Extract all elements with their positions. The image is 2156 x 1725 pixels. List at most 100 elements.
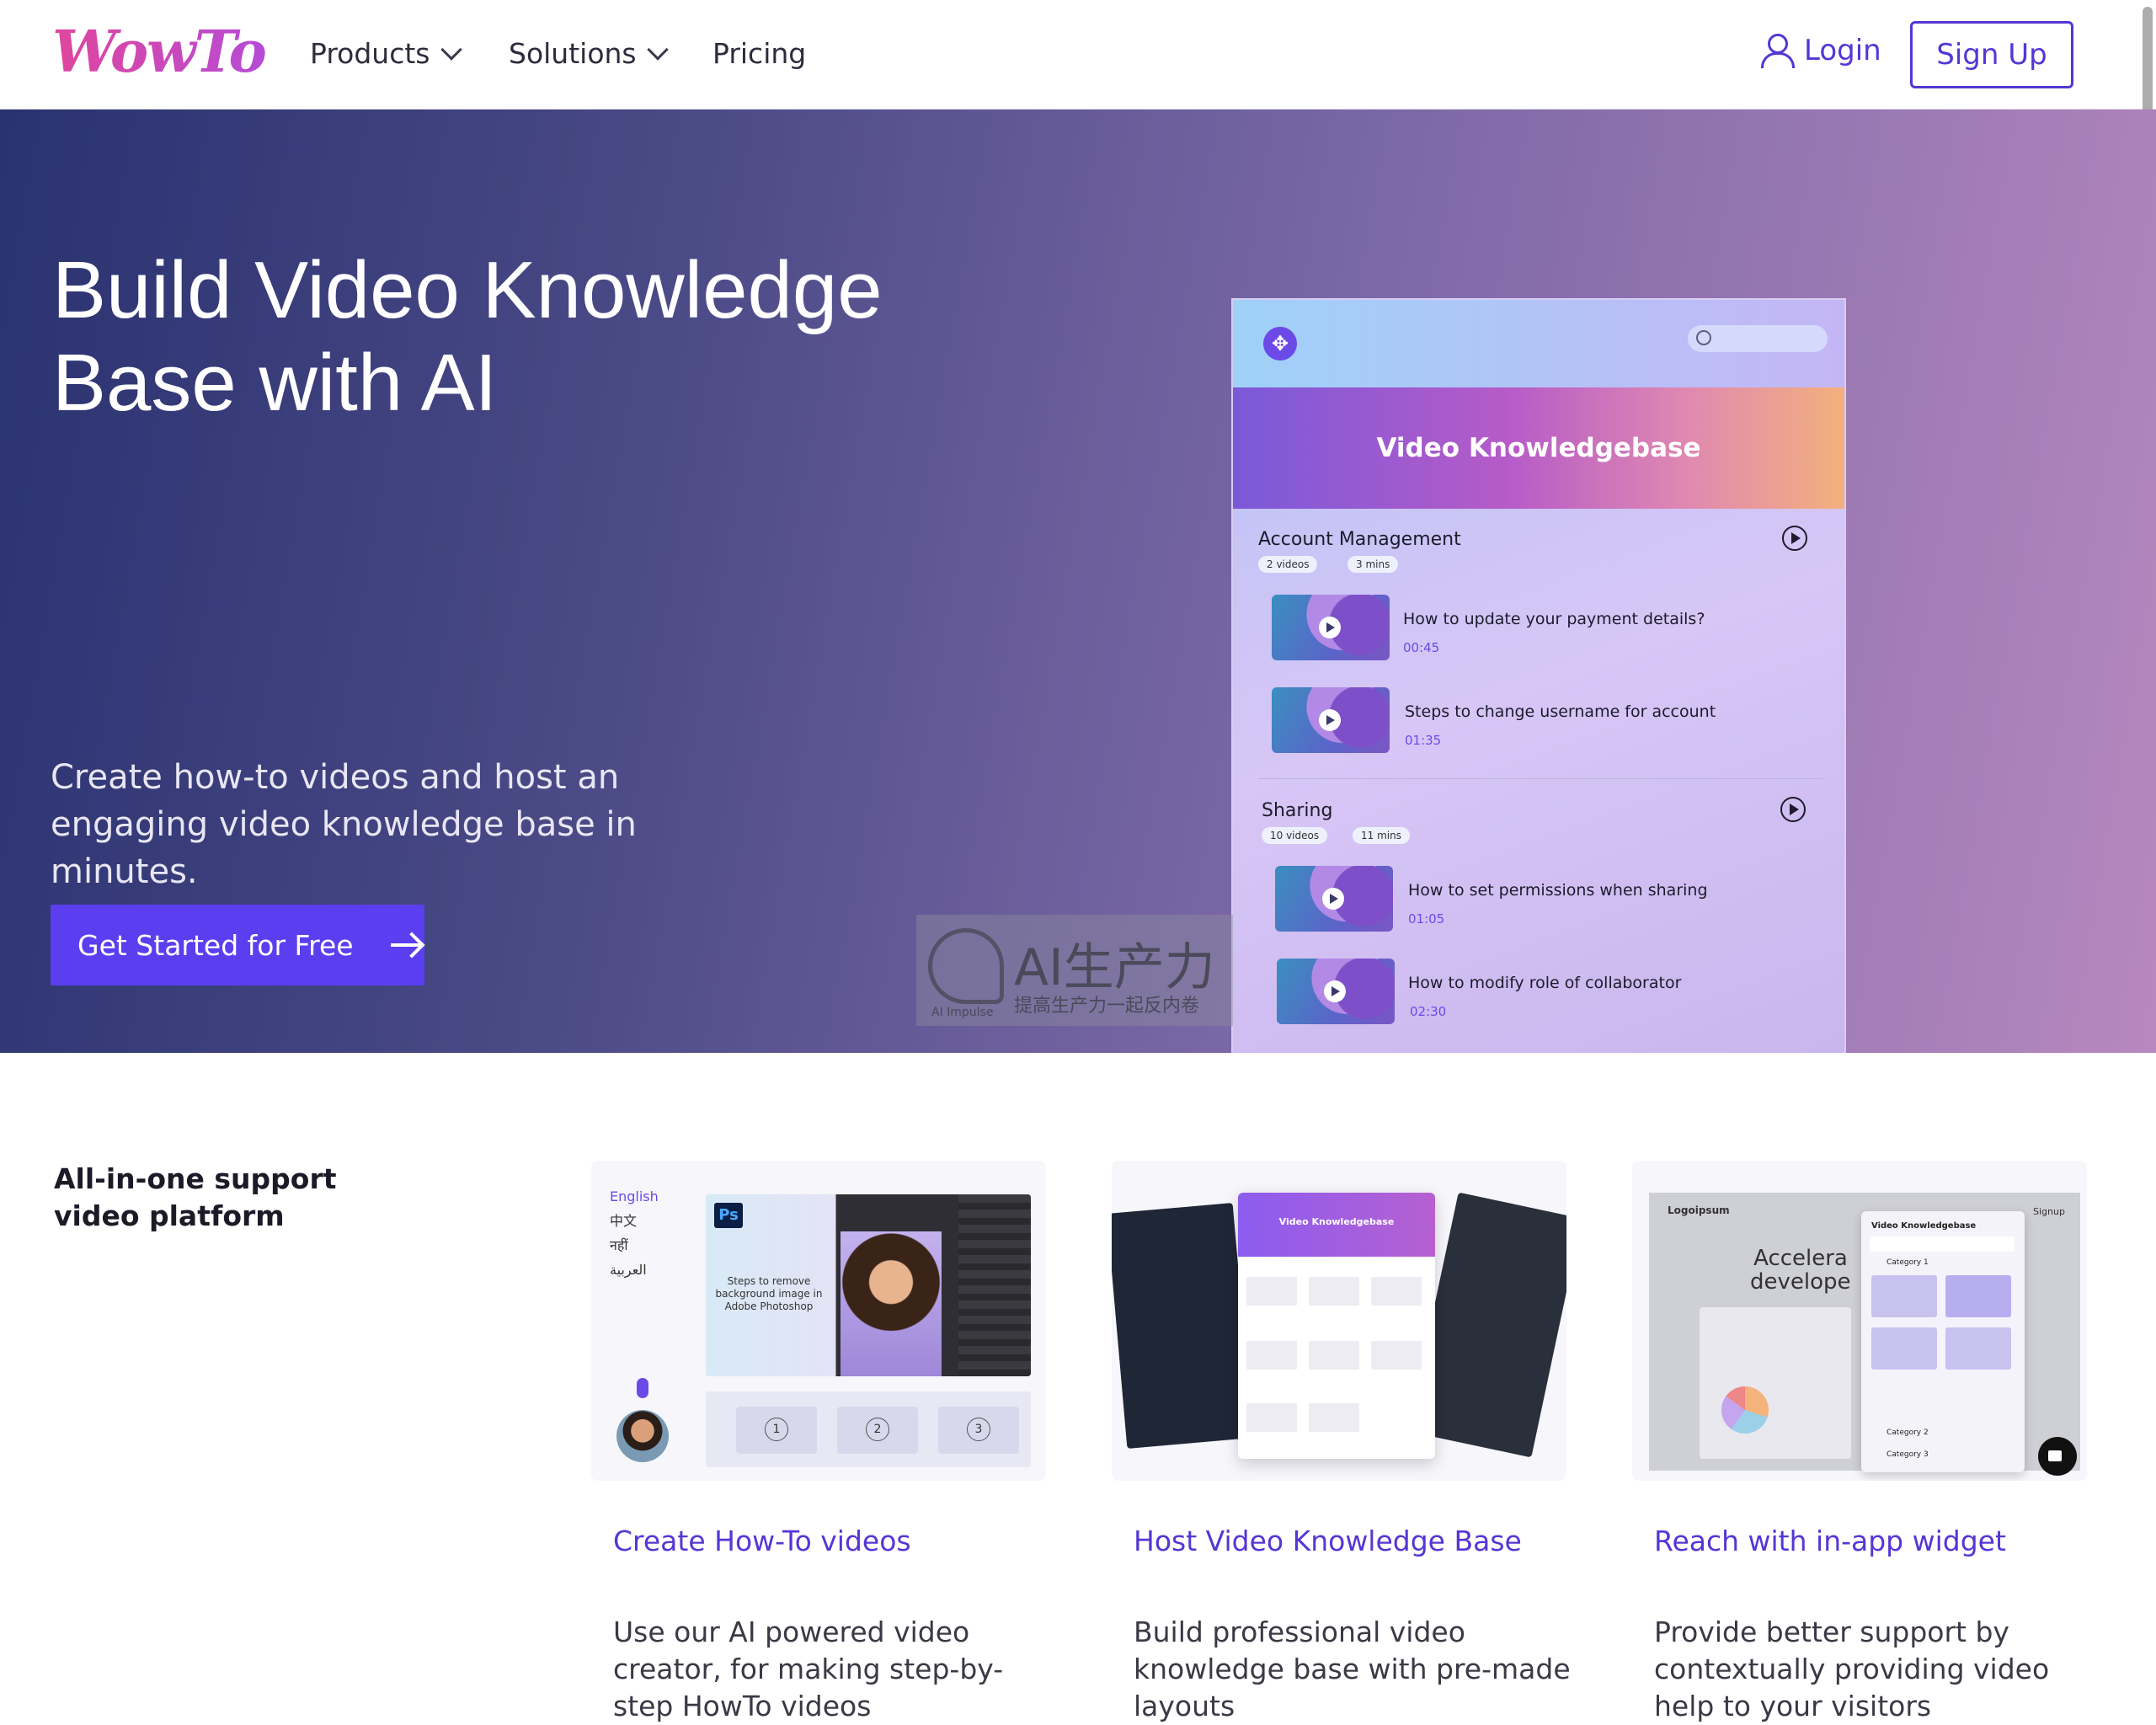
nav-products-label: Products [310,37,430,70]
nav-products[interactable]: Products [310,37,462,70]
light-layout-preview: Video Knowledgebase [1238,1193,1435,1459]
login-label: Login [1804,34,1881,67]
play-icon [1324,980,1346,1002]
signup-button[interactable]: Sign Up [1910,21,2073,88]
video-title: How to modify role of collaborator [1408,974,1682,992]
step-item: 1 [736,1407,817,1454]
language-option: नहीं [610,1237,628,1253]
category-item[interactable]: Category 1 [1886,1258,1929,1267]
video-thumbnail [1277,959,1395,1024]
features-heading: All-in-one support video platform [54,1162,337,1232]
preview-banner-title: Video Knowledgebase [1376,433,1701,463]
pie-chart-icon [1721,1386,1769,1434]
unicorn-logo-icon [928,928,1004,1004]
widget-illustration: Logoipsum Signup Accelera developer Vide… [1632,1161,2087,1481]
microphone-icon [637,1378,648,1398]
tool-panel [958,1194,1031,1376]
video-duration: 01:35 [1405,733,1442,748]
photoshop-caption: Steps to remove background image in Adob… [715,1275,823,1312]
create-videos-illustration: English 中文 नहीं العربية Ps Steps to remo… [591,1161,1046,1481]
hero-title: Build Video Knowledge Base with AI [52,245,883,428]
chevron-down-icon [440,38,462,61]
brand-logo[interactable]: WowTo [52,19,267,86]
video-thumbnail [1272,687,1390,753]
get-started-button[interactable]: Get Started for Free [51,905,424,985]
play-circle-icon [1782,526,1807,551]
language-option: English [610,1188,659,1204]
duration-badge: 11 mins [1353,827,1410,844]
step-number: 3 [967,1418,990,1441]
watermark-title: AI生产力 [1014,938,1215,997]
widget-search-input[interactable] [1870,1236,2015,1252]
video-camera-icon[interactable] [2038,1437,2077,1476]
login-link[interactable]: Login [1760,34,1881,68]
preview-logo-icon [1263,327,1297,360]
video-duration: 01:05 [1408,911,1445,927]
steps-strip: 1 2 3 [706,1391,1031,1467]
video-thumbnail [1275,866,1393,932]
videos-count-badge: 10 videos [1262,827,1328,844]
feature-title-create[interactable]: Create How-To videos [613,1525,911,1557]
video-tile[interactable] [1945,1327,2011,1370]
kb-preview-header: Video Knowledgebase [1238,1193,1435,1257]
kb-tile-row [1246,1277,1423,1306]
video-tile[interactable] [1871,1327,1937,1370]
play-icon [1319,709,1341,731]
widget-panel[interactable]: Video Knowledgebase Category 1 Category … [1861,1211,2025,1472]
arrow-right-icon [390,943,421,947]
person-photo [841,1231,942,1376]
video-title: How to set permissions when sharing [1408,881,1708,900]
language-option: العربية [610,1262,647,1278]
feature-desc-create: Use our AI powered video creator, for ma… [613,1616,1004,1722]
play-circle-icon [1780,797,1806,822]
play-icon [1322,888,1344,910]
video-tile[interactable] [1871,1275,1937,1317]
widget-title: Video Knowledgebase [1871,1221,1977,1231]
feature-desc-widget: Provide better support by contextually p… [1654,1616,2050,1722]
website-screenshot: Logoipsum Signup Accelera developer Vide… [1649,1193,2080,1476]
preview-header [1233,300,1844,387]
avatar [616,1410,669,1462]
feature-title-widget[interactable]: Reach with in-app widget [1654,1525,2006,1557]
hero-section: Build Video Knowledge Base with AI Creat… [0,109,2156,1053]
video-thumbnail [1272,595,1390,660]
preview-search-icon [1688,325,1828,352]
play-icon [1319,617,1341,638]
feature-title-host[interactable]: Host Video Knowledge Base [1134,1525,1522,1557]
category-item[interactable]: Category 2 [1886,1429,1929,1437]
host-kb-illustration: Video Knowledgebase [1112,1161,1566,1481]
brand-name: Logoipsum [1668,1204,1730,1216]
step-item: 3 [938,1407,1019,1454]
language-option: 中文 [610,1213,638,1229]
videos-count-badge: 2 videos [1258,556,1318,573]
chevron-down-icon [646,38,669,61]
section-title: Sharing [1262,800,1333,821]
preview-banner: Video Knowledgebase [1233,387,1844,509]
photoshop-logo-icon: Ps [714,1203,743,1228]
feature-desc-host: Build professional video knowledge base … [1134,1616,1571,1722]
nav-pricing-label: Pricing [712,37,807,70]
video-tile[interactable] [1945,1275,2011,1317]
step-number: 2 [866,1418,889,1441]
category-item[interactable]: Category 3 [1886,1450,1929,1459]
site-signup-link: Signup [2033,1206,2065,1217]
nav-pricing[interactable]: Pricing [712,37,806,70]
nav-solutions-label: Solutions [509,37,637,70]
kb-tile-row [1246,1403,1423,1432]
hero-subtitle: Create how-to videos and host an engagin… [51,758,637,891]
top-nav: WowTo Products Solutions Pricing Login S… [0,0,2156,109]
step-number: 1 [765,1418,788,1441]
site-headline: Accelera developer [1750,1247,1851,1294]
dashboard-preview [1700,1307,1851,1459]
step-item: 2 [837,1407,918,1454]
photoshop-screenshot: Ps Steps to remove background image in A… [706,1194,1031,1376]
language-list: English 中文 नहीं العربية [610,1184,659,1282]
kb-tile-row [1246,1341,1423,1370]
knowledgebase-preview: Video Knowledgebase Account Management 2… [1231,298,1846,1053]
video-title: How to update your payment details? [1403,610,1705,628]
cta-label: Get Started for Free [77,928,354,962]
video-duration: 02:30 [1410,1004,1447,1019]
section-divider [1258,778,1822,779]
duration-badge: 3 mins [1348,556,1399,573]
nav-solutions[interactable]: Solutions [509,37,669,70]
